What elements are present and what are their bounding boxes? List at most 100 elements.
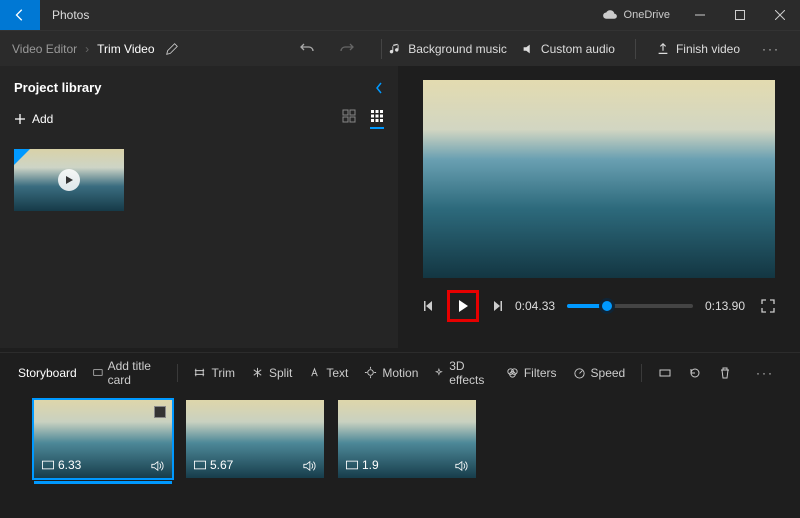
redo-button[interactable] [339, 41, 355, 57]
grid-large-view-button[interactable] [342, 109, 356, 129]
finish-video-label: Finish video [676, 42, 740, 56]
play-button[interactable] [447, 290, 479, 322]
total-time: 0:13.90 [705, 299, 745, 313]
preview-panel: 0:04.33 0:13.90 [398, 66, 800, 348]
trim-icon [193, 366, 206, 379]
divider [177, 364, 178, 382]
clip-duration-icon [42, 460, 54, 470]
filters-icon [506, 366, 519, 379]
clip-volume-button[interactable] [302, 460, 316, 472]
storyboard-clip[interactable]: 5.67 [186, 400, 324, 478]
maximize-button[interactable] [720, 0, 760, 30]
title-bar: Photos OneDrive [0, 0, 800, 30]
storyboard-toolbar: Storyboard Add title card Trim Split Tex… [0, 352, 800, 392]
in-use-badge [14, 149, 30, 165]
clip-volume-button[interactable] [454, 460, 468, 472]
collapse-panel-button[interactable] [374, 82, 384, 94]
undo-icon [299, 41, 315, 57]
chevron-right-icon: › [85, 42, 89, 56]
close-button[interactable] [760, 0, 800, 30]
finish-video-button[interactable]: Finish video [656, 42, 740, 56]
delete-button[interactable] [718, 366, 732, 380]
motion-icon [364, 366, 377, 379]
command-bar: Video Editor › Trim Video Background mus… [0, 30, 800, 66]
volume-icon [302, 460, 316, 472]
speed-button[interactable]: Speed [573, 366, 626, 380]
arrow-left-icon [13, 8, 27, 22]
speed-icon [573, 366, 586, 379]
add-media-label: Add [32, 112, 53, 126]
onedrive-status[interactable]: OneDrive [602, 9, 670, 21]
add-media-button[interactable]: Add [14, 112, 53, 126]
breadcrumb-root[interactable]: Video Editor [12, 42, 77, 56]
maximize-icon [735, 10, 745, 20]
clip-duration: 6.33 [58, 458, 81, 472]
custom-audio-label: Custom audio [541, 42, 615, 56]
3d-effects-button[interactable]: 3D effects [434, 359, 489, 387]
video-preview[interactable] [423, 80, 775, 278]
audio-icon [521, 42, 535, 56]
breadcrumb-current: Trim Video [97, 42, 154, 56]
seek-knob[interactable] [599, 298, 615, 314]
split-button[interactable]: Split [251, 366, 292, 380]
grid-small-icon [370, 109, 384, 123]
fullscreen-button[interactable] [761, 299, 775, 313]
clip-duration-icon [346, 460, 358, 470]
clip-duration-icon [194, 460, 206, 470]
divider [635, 39, 636, 59]
motion-button[interactable]: Motion [364, 366, 418, 380]
rotate-button[interactable] [688, 366, 702, 380]
current-time: 0:04.33 [515, 299, 555, 313]
project-library-title: Project library [14, 80, 101, 95]
divider [641, 364, 642, 382]
app-title: Photos [40, 8, 89, 22]
background-music-button[interactable]: Background music [388, 42, 507, 56]
undo-button[interactable] [299, 41, 315, 57]
trim-button[interactable]: Trim [193, 366, 235, 380]
custom-audio-button[interactable]: Custom audio [521, 42, 615, 56]
minimize-icon [695, 10, 705, 20]
storyboard-more-button[interactable]: ··· [756, 366, 774, 380]
step-back-icon [423, 300, 435, 312]
music-icon [388, 42, 402, 56]
play-icon [457, 299, 469, 313]
background-music-label: Background music [408, 42, 507, 56]
redo-icon [339, 41, 355, 57]
plus-icon [14, 113, 26, 125]
frame-forward-button[interactable] [491, 300, 503, 312]
back-button[interactable] [0, 0, 40, 30]
rename-button[interactable] [165, 42, 179, 56]
frame-back-button[interactable] [423, 300, 435, 312]
onedrive-label: OneDrive [624, 9, 670, 21]
text-button[interactable]: Text [308, 366, 348, 380]
storyboard-clip[interactable]: 1.9 [338, 400, 476, 478]
minimize-button[interactable] [680, 0, 720, 30]
add-title-card-button[interactable]: Add title card [93, 359, 161, 387]
more-button[interactable]: ··· [762, 42, 780, 56]
split-icon [251, 366, 264, 379]
trash-icon [718, 366, 732, 380]
clip-volume-button[interactable] [150, 460, 164, 472]
resize-icon [658, 366, 672, 380]
clip-duration: 1.9 [362, 458, 379, 472]
grid-large-icon [342, 109, 356, 123]
clip-checkbox[interactable] [154, 406, 166, 418]
pencil-icon [165, 42, 179, 56]
play-overlay-icon [58, 169, 80, 191]
chevron-left-icon [374, 82, 384, 94]
fullscreen-icon [761, 299, 775, 313]
playback-controls: 0:04.33 0:13.90 [423, 290, 775, 322]
seek-slider[interactable] [567, 304, 693, 308]
library-media-item[interactable] [14, 149, 124, 211]
text-icon [308, 366, 321, 379]
resize-button[interactable] [658, 366, 672, 380]
divider [381, 39, 382, 59]
clip-duration: 5.67 [210, 458, 233, 472]
rotate-icon [688, 366, 702, 380]
close-icon [775, 10, 785, 20]
grid-small-view-button[interactable] [370, 109, 384, 129]
project-library-panel: Project library Add [0, 66, 398, 348]
filters-button[interactable]: Filters [506, 366, 557, 380]
storyboard-clip[interactable]: 6.33 [34, 400, 172, 478]
card-icon [93, 366, 103, 379]
